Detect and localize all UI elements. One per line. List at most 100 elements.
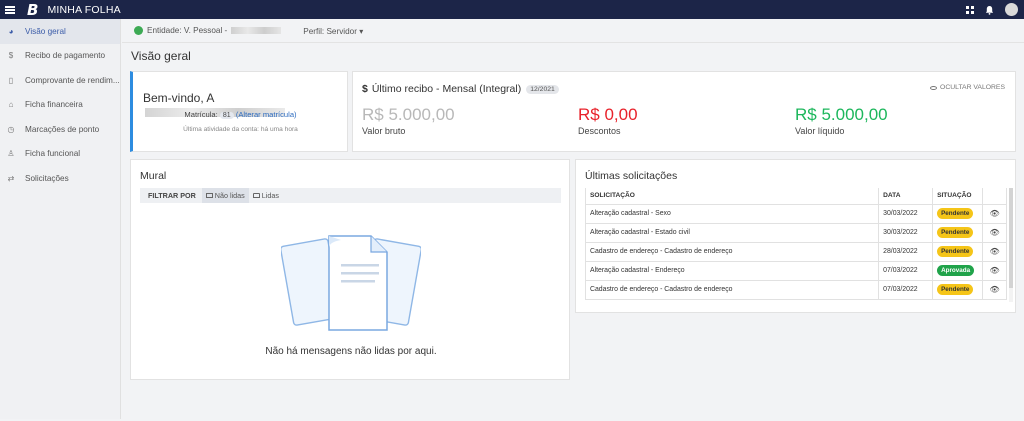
table-row: Alteração cadastral - Estado civil 30/03… (584, 222, 1007, 243)
sidebar-item-ficha-financeira[interactable]: ⌂ Ficha financeira (0, 93, 120, 118)
status-cell: Pendente (932, 203, 984, 224)
view-eye-icon[interactable]: 👁 (982, 279, 1007, 300)
column-header-actions (982, 188, 1007, 205)
filter-read-tab[interactable]: Lidas (249, 188, 283, 203)
sidebar-item-label: Comprovante de rendim... (25, 75, 120, 85)
pie-chart-icon: ◕ (8, 26, 14, 36)
status-badge: Aprovada (937, 265, 975, 276)
sidebar-item-label: Solicitações (25, 173, 69, 183)
hide-values-label: OCULTAR VALORES (940, 84, 1005, 91)
requests-table: SOLICITAÇÃO DATA SITUAÇÃO Alteração cada… (584, 188, 1007, 300)
status-badge: Pendente (937, 227, 974, 238)
sidebar: ◕ Visão geral $ Recibo de pagamento ▯ Compr… (0, 19, 121, 419)
discounts-value: R$ 0,00 (578, 105, 638, 124)
filter-read-label: Lidas (261, 191, 279, 200)
receipt-title-text: Último recibo - Mensal (Integral) (371, 83, 522, 95)
table-row: Alteração cadastral - Sexo 30/03/2022 Pe… (584, 203, 1007, 224)
welcome-text: Bem-vindo, A (143, 91, 215, 105)
request-cell: Cadastro de endereço - Cadastro de ender… (584, 279, 880, 300)
date-cell: 30/03/2022 (878, 222, 934, 243)
entity-bar: Entidade: V. Pessoal - Perfil: Servidor … (122, 19, 1024, 43)
eye-icon (930, 85, 938, 90)
table-row: Cadastro de endereço - Cadastro de ender… (584, 279, 1007, 300)
view-eye-icon[interactable]: 👁 (982, 260, 1007, 281)
sidebar-item-label: Visão geral (25, 26, 66, 36)
sidebar-item-visao-geral[interactable]: ◕ Visão geral (0, 19, 120, 44)
matricula-line: Matrícula: 81 (Alterar matrícula) (133, 110, 348, 119)
gross-value: R$ 5.000,00 (362, 105, 455, 124)
view-eye-icon[interactable]: 👁 (982, 222, 1007, 243)
status-badge: Pendente (937, 208, 974, 219)
sidebar-item-label: Ficha financeira (25, 100, 83, 110)
welcome-card: Bem-vindo, A Matrícula: 81 (Alterar matr… (130, 71, 348, 152)
mural-card: Mural FILTRAR POR Não lidas Lidas Não há… (130, 159, 570, 380)
date-cell: 30/03/2022 (878, 203, 934, 224)
date-cell: 28/03/2022 (878, 241, 934, 262)
sidebar-item-comprovante[interactable]: ▯ Comprovante de rendim... (0, 68, 120, 93)
date-cell: 07/03/2022 (878, 260, 934, 281)
receipt-card: $ Último recibo - Mensal (Integral) 12/2… (352, 71, 1016, 152)
filter-label: FILTRAR POR (148, 191, 196, 200)
envelope-icon (205, 193, 213, 198)
view-eye-icon[interactable]: 👁 (982, 203, 1007, 224)
apps-grid-icon[interactable] (966, 5, 974, 14)
filter-bar: FILTRAR POR Não lidas Lidas (140, 188, 561, 203)
scrollbar-thumb[interactable] (1009, 188, 1013, 288)
request-cell: Alteração cadastral - Sexo (584, 203, 880, 224)
net-value-block: R$ 5.000,00 Valor líquido (795, 105, 888, 136)
date-cell: 07/03/2022 (878, 279, 934, 300)
hide-values-button[interactable]: OCULTAR VALORES (930, 84, 1005, 91)
requests-title: Últimas solicitações (585, 170, 678, 182)
main-content: Entidade: V. Pessoal - Perfil: Servidor … (122, 19, 1024, 419)
status-badge: Pendente (937, 284, 974, 295)
status-badge: Pendente (937, 246, 974, 257)
filter-unread-label: Não lidas (214, 191, 245, 200)
empty-message: Não há mensagens não lidas por aqui. (265, 346, 437, 357)
profile-selector[interactable]: Perfil: Servidor ▾ (303, 26, 363, 36)
globe-icon (134, 26, 143, 35)
alter-matricula-link[interactable]: (Alterar matrícula) (236, 110, 297, 119)
sidebar-item-solicitacoes[interactable]: ⇄ Solicitações (0, 166, 120, 191)
net-label: Valor líquido (795, 126, 845, 136)
table-header-row: SOLICITAÇÃO DATA SITUAÇÃO (584, 188, 1007, 205)
filter-unread-tab[interactable]: Não lidas (201, 188, 249, 203)
menu-icon[interactable] (5, 5, 15, 14)
request-cell: Cadastro de endereço - Cadastro de ender… (584, 241, 880, 262)
exchange-icon: ⇄ (7, 173, 15, 183)
status-cell: Pendente (932, 279, 984, 300)
receipt-title: $ Último recibo - Mensal (Integral) 12/2… (362, 83, 559, 95)
net-value: R$ 5.000,00 (795, 105, 888, 124)
bell-icon[interactable] (985, 5, 994, 15)
sidebar-item-ficha-funcional[interactable]: ♙ Ficha funcional (0, 142, 120, 167)
view-eye-icon[interactable]: 👁 (982, 241, 1007, 262)
bank-icon: ⌂ (8, 100, 14, 110)
avatar[interactable] (1005, 3, 1018, 16)
request-cell: Alteração cadastral - Estado civil (584, 222, 880, 243)
user-icon: ♙ (7, 149, 15, 159)
requests-card: Últimas solicitações SOLICITAÇÃO DATA SI… (575, 159, 1016, 313)
status-cell: Aprovada (932, 260, 984, 281)
column-header-date: DATA (878, 188, 934, 205)
table-scrollbar[interactable] (1009, 188, 1013, 302)
app-title: MINHA FOLHA (47, 3, 121, 16)
matricula-label: Matrícula: (184, 110, 218, 119)
matricula-number: 81 (219, 112, 234, 119)
sidebar-item-label: Marcações de ponto (25, 124, 100, 134)
last-activity-text: Última atividade da conta: há uma hora (183, 126, 298, 133)
page-title: Visão geral (131, 49, 191, 63)
clock-icon: ◷ (7, 124, 15, 134)
gross-label: Valor bruto (362, 126, 406, 136)
discounts-label: Descontos (578, 126, 621, 136)
top-bar: B MINHA FOLHA (0, 0, 1024, 19)
gross-value-block: R$ 5.000,00 Valor bruto (362, 105, 455, 136)
sidebar-item-recibo[interactable]: $ Recibo de pagamento (0, 44, 120, 69)
empty-documents-illustration (281, 235, 421, 331)
column-header-request: SOLICITAÇÃO (584, 188, 880, 205)
entity-selector[interactable]: Entidade: V. Pessoal - (147, 26, 227, 35)
sidebar-item-marcacoes[interactable]: ◷ Marcações de ponto (0, 117, 120, 142)
table-row: Cadastro de endereço - Cadastro de ender… (584, 241, 1007, 262)
sidebar-item-label: Ficha funcional (25, 149, 81, 159)
redacted-entity-name (231, 27, 282, 34)
dollar-icon: $ (8, 51, 14, 61)
table-row: Alteração cadastral - Endereço 07/03/202… (584, 260, 1007, 281)
